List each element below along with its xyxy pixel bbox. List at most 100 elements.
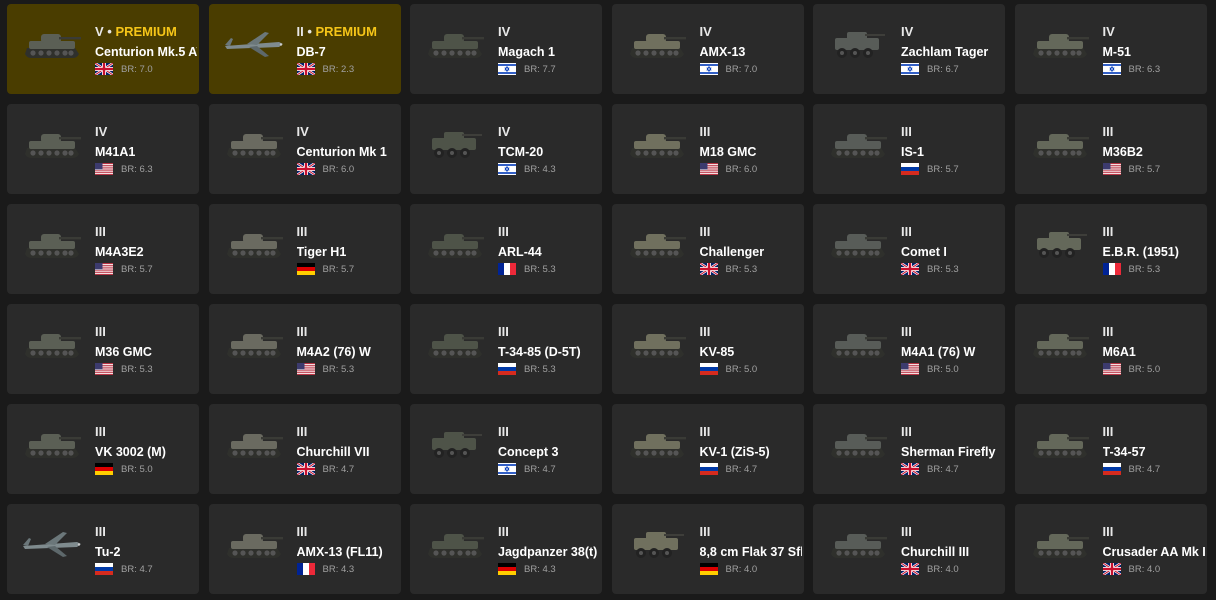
vehicle-info: III T-34-85 (D-5T) BR: 5.3 <box>498 324 600 376</box>
vehicle-card[interactable]: III M18 GMC BR: 6.0 <box>611 104 804 194</box>
tier-label: III <box>699 424 711 439</box>
vehicle-card[interactable]: V • PREMIUM Centurion Mk.5 AVRE BR: 7.0 <box>7 4 199 94</box>
vehicle-name: Magach 1 <box>498 45 555 59</box>
tier-label: III <box>296 224 308 239</box>
vehicle-info: IV AMX-13 BR: 7.0 <box>699 24 802 76</box>
vehicle-tier: III <box>498 524 600 540</box>
vehicle-card[interactable]: III KV-85 BR: 5.0 <box>611 304 804 394</box>
vehicle-thumbnail <box>221 426 287 462</box>
vehicle-card[interactable]: III Jagdpanzer 38(t) BR: 4.3 <box>410 504 602 594</box>
vehicle-card[interactable]: III M4A3E2 BR: 5.7 <box>7 204 199 294</box>
vehicle-card[interactable]: IV M-51 BR: 6.3 <box>1014 4 1207 94</box>
battle-rating: BR: 4.3 <box>524 563 556 575</box>
vehicle-card[interactable]: IV Magach 1 BR: 7.7 <box>410 4 602 94</box>
vehicle-card[interactable]: III M6A1 BR: 5.0 <box>1014 304 1207 394</box>
vehicle-card[interactable]: III T-34-85 (D-5T) BR: 5.3 <box>410 304 602 394</box>
battle-rating: BR: 5.7 <box>121 263 153 275</box>
vehicle-card[interactable]: III M4A1 (76) W BR: 5.0 <box>813 304 1005 394</box>
tier-label: IV <box>95 124 108 139</box>
battle-rating: BR: 4.7 <box>322 463 355 475</box>
premium-separator: • <box>103 24 116 39</box>
vehicle-card[interactable]: II • PREMIUM DB-7 BR: 2.3 <box>208 4 401 94</box>
vehicle-card[interactable]: IV M41A1 BR: 6.3 <box>7 104 199 194</box>
vehicle-card[interactable]: III ARL-44 BR: 5.3 <box>410 204 602 294</box>
vehicle-card[interactable]: III M36 GMC BR: 5.3 <box>7 304 199 394</box>
tier-label: III <box>699 324 711 339</box>
vehicle-thumbnail <box>624 226 690 262</box>
vehicle-meta: BR: 5.3 <box>498 262 600 276</box>
vehicle-tier: III <box>700 124 802 140</box>
vehicle-meta: BR: 4.3 <box>296 562 399 576</box>
vehicle-meta: BR: 6.3 <box>95 162 197 176</box>
vehicle-card[interactable]: III T-34-57 BR: 4.7 <box>1014 404 1207 494</box>
vehicle-name: Churchill III <box>901 545 970 559</box>
vehicle-card[interactable]: III VK 3002 (M) BR: 5.0 <box>7 404 199 494</box>
battle-rating: BR: 6.0 <box>322 163 355 175</box>
vehicle-thumbnail <box>825 126 891 162</box>
vehicle-card[interactable]: III Challenger BR: 5.3 <box>611 204 804 294</box>
vehicle-name: KV-85 <box>699 345 735 359</box>
vehicle-card[interactable]: III Churchill III BR: 4.0 <box>813 504 1005 594</box>
vehicle-thumbnail <box>422 226 488 262</box>
vehicle-name: T-34-57 <box>1102 445 1146 459</box>
vehicle-card[interactable]: III 8,8 cm Flak 37 Sfl. BR: 4.0 <box>611 504 804 594</box>
vehicle-tier: III <box>1103 324 1205 340</box>
vehicle-card[interactable]: III Crusader AA Mk II BR: 4.0 <box>1014 504 1207 594</box>
vehicle-card[interactable]: IV Centurion Mk 1 BR: 6.0 <box>208 104 401 194</box>
uk-flag-icon <box>901 463 919 475</box>
vehicle-card[interactable]: III KV-1 (ZiS-5) BR: 4.7 <box>611 404 804 494</box>
vehicle-thumbnail <box>624 526 690 562</box>
vehicle-meta: BR: 6.3 <box>1102 62 1205 76</box>
vehicle-meta: BR: 4.7 <box>95 562 197 576</box>
uk-flag-icon <box>296 463 315 475</box>
vehicle-tier: III <box>901 424 1003 440</box>
vehicle-tier: III <box>1103 124 1205 140</box>
vehicle-card[interactable]: III M4A2 (76) W BR: 5.3 <box>208 304 401 394</box>
vehicle-card[interactable]: III Tiger H1 BR: 5.7 <box>208 204 401 294</box>
battle-rating: BR: 5.0 <box>927 363 959 375</box>
tier-label: III <box>1102 324 1114 339</box>
vehicle-tier: III <box>95 524 197 540</box>
vehicle-card[interactable]: IV TCM-20 BR: 4.3 <box>410 104 602 194</box>
vehicle-info: V • PREMIUM Centurion Mk.5 AVRE BR: 7.0 <box>95 24 197 76</box>
vehicle-card[interactable]: IV AMX-13 BR: 7.0 <box>611 4 804 94</box>
vehicle-info: III M36 GMC BR: 5.3 <box>95 324 197 376</box>
battle-rating: BR: 4.7 <box>121 563 153 575</box>
vehicle-thumbnail <box>19 226 85 262</box>
vehicle-meta: BR: 4.0 <box>1102 562 1205 576</box>
vehicle-tier: IV <box>901 24 1003 40</box>
vehicle-name: Concept 3 <box>498 445 559 459</box>
vehicle-tier: III <box>95 224 197 240</box>
tier-label: III <box>901 224 912 239</box>
vehicle-tier: III <box>901 124 1003 140</box>
vehicle-meta: BR: 5.0 <box>699 362 802 376</box>
vehicle-card[interactable]: III Churchill VII BR: 4.7 <box>208 404 401 494</box>
battle-rating: BR: 4.0 <box>927 563 959 575</box>
vehicle-card[interactable]: III Concept 3 BR: 4.7 <box>410 404 602 494</box>
vehicle-name: E.B.R. (1951) <box>1102 245 1179 259</box>
vehicle-info: III VK 3002 (M) BR: 5.0 <box>95 424 197 476</box>
vehicle-card[interactable]: III Tu-2 BR: 4.7 <box>7 504 199 594</box>
vehicle-card[interactable]: III E.B.R. (1951) BR: 5.3 <box>1014 204 1207 294</box>
vehicle-card[interactable]: III Sherman Firefly BR: 4.7 <box>813 404 1005 494</box>
vehicle-card[interactable]: IV Zachlam Tager BR: 6.7 <box>813 4 1005 94</box>
vehicle-card[interactable]: III AMX-13 (FL11) BR: 4.3 <box>208 504 401 594</box>
germany-flag-icon <box>498 563 516 575</box>
battle-rating: BR: 5.0 <box>1128 363 1161 375</box>
vehicle-name: T-34-85 (D-5T) <box>498 345 581 359</box>
vehicle-thumbnail <box>1027 26 1093 62</box>
vehicle-thumbnail <box>624 426 690 462</box>
vehicle-meta: BR: 4.3 <box>498 162 600 176</box>
vehicle-card[interactable]: III IS-1 BR: 5.7 <box>813 104 1005 194</box>
battle-rating: BR: 6.0 <box>725 163 758 175</box>
vehicle-card[interactable]: III M36B2 BR: 5.7 <box>1014 104 1207 194</box>
vehicle-meta: BR: 7.7 <box>498 62 600 76</box>
vehicle-tier: IV <box>498 124 600 140</box>
vehicle-info: IV Magach 1 BR: 7.7 <box>498 24 600 76</box>
vehicle-card[interactable]: III Comet I BR: 5.3 <box>813 204 1005 294</box>
vehicle-name: M18 GMC <box>699 145 757 159</box>
vehicle-tier: III <box>498 224 600 240</box>
vehicle-name: M6A1 <box>1102 345 1136 359</box>
vehicle-thumbnail <box>825 326 891 362</box>
vehicle-meta: BR: 5.7 <box>1102 162 1205 176</box>
